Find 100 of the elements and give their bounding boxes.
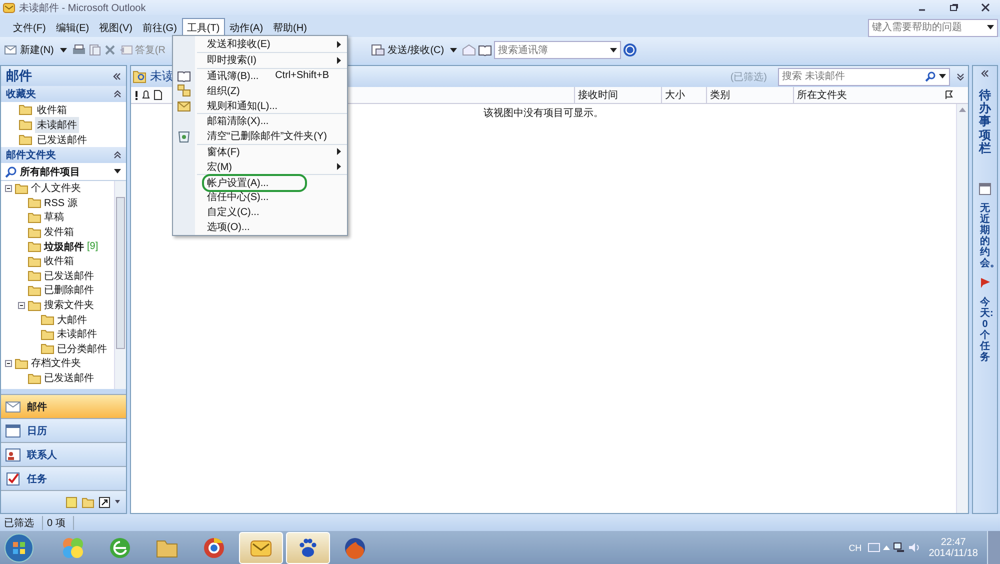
navigation-button[interactable]: 邮件	[1, 394, 126, 418]
collapse-icon[interactable]	[114, 151, 121, 159]
status-text: 0 项	[43, 516, 74, 530]
menu-item[interactable]: 即时搜索(I)	[202, 51, 262, 70]
column-header[interactable]: 类别	[706, 87, 790, 103]
document-icon[interactable]	[154, 90, 162, 100]
folder-icon	[19, 134, 32, 145]
send-receive-button[interactable]: 发送/接收(C)	[370, 42, 446, 58]
folder-item[interactable]: 收件箱	[44, 254, 74, 268]
navigation-button[interactable]: 任务	[1, 466, 126, 490]
todo-bar-title: 待办事项栏	[979, 89, 991, 155]
section-header[interactable]: 收藏夹	[1, 86, 126, 102]
folder-icon	[28, 226, 41, 238]
menu-item[interactable]: 帮助(H)	[268, 18, 312, 38]
folder-item[interactable]: 存档文件夹	[31, 356, 81, 370]
section-header[interactable]: 邮件文件夹	[1, 147, 126, 163]
folder-item[interactable]: 草稿	[44, 210, 64, 224]
pane-title: 邮件	[6, 67, 33, 85]
dropdown-arrow-icon[interactable]	[450, 48, 458, 52]
favorite-folder[interactable]: 未读邮件	[35, 116, 79, 132]
configure-buttons-icon[interactable]	[115, 500, 120, 504]
folder-icon	[41, 328, 54, 340]
expand-icon[interactable]	[957, 72, 964, 80]
folder-item[interactable]: 已发送邮件	[44, 371, 94, 386]
folder-item[interactable]: 大邮件	[57, 312, 87, 327]
menu-item[interactable]: 文件(F)	[8, 18, 51, 38]
dropdown-arrow-icon[interactable]	[60, 48, 67, 52]
folder-icon	[19, 104, 32, 115]
folder-item[interactable]: 已删除邮件	[44, 283, 94, 298]
address-search-input[interactable]: 搜索通讯簿	[495, 44, 608, 56]
folder-item[interactable]: RSS 源	[44, 196, 78, 210]
menu-item[interactable]: 视图(V)	[94, 18, 138, 38]
browser-icon	[108, 536, 132, 560]
browser-icon	[202, 536, 226, 560]
delete-icon[interactable]	[104, 44, 116, 56]
folder-icon	[28, 300, 41, 311]
shortcut-icon[interactable]	[99, 496, 110, 508]
folder-icon	[28, 372, 41, 384]
start-button[interactable]	[4, 532, 34, 562]
search-field[interactable]: 搜索 未读邮件	[778, 68, 950, 86]
navigation-button[interactable]: 联系人	[1, 442, 126, 466]
folder-item[interactable]: 已分类邮件	[57, 342, 107, 356]
folder-icon	[28, 212, 41, 223]
menu-item[interactable]: 工具(T)	[182, 18, 225, 38]
folder-item[interactable]: 已发送邮件	[44, 268, 94, 283]
folder-item[interactable]: 未读邮件	[57, 327, 97, 342]
tasks-note: 今天: 0 个任务	[980, 296, 990, 363]
importance-icon[interactable]	[135, 90, 138, 100]
calendar-icon	[5, 424, 21, 438]
empty-message: 该视图中没有项目可显示。	[484, 108, 604, 119]
address-book-icon[interactable]	[478, 44, 492, 56]
menu-item[interactable]: 发送和接收(E)	[202, 35, 276, 54]
collapse-toggle[interactable]	[5, 360, 12, 367]
column-header[interactable]: 大小	[661, 87, 703, 103]
folder-icon	[41, 343, 54, 354]
view-dropdown[interactable]: 所有邮件项目	[1, 163, 126, 181]
collapse-toggle[interactable]	[18, 302, 25, 309]
taskbar-app-button[interactable]	[286, 532, 330, 564]
network-icon[interactable]	[892, 542, 905, 553]
new-button[interactable]: 新建(N)	[3, 42, 55, 58]
folder-item[interactable]: 个人文件夹	[31, 181, 81, 196]
flag-icon[interactable]	[944, 90, 954, 100]
help-search-field[interactable]: 键入需要帮助的问题	[868, 18, 998, 36]
dropdown-arrow-icon	[114, 169, 121, 174]
column-header[interactable]: 接收时间	[574, 87, 658, 103]
book-icon	[177, 70, 191, 82]
taskbar-app-button[interactable]	[239, 532, 283, 564]
dropdown-arrow-icon[interactable]	[939, 74, 946, 79]
collapse-toggle[interactable]	[5, 184, 12, 192]
favorite-folder[interactable]: 收件箱	[35, 102, 69, 118]
search-input[interactable]: 搜索 未读邮件	[779, 71, 925, 82]
checkmark-icon	[5, 472, 21, 486]
contact-card-icon	[5, 448, 21, 462]
search-icon[interactable]	[925, 71, 936, 82]
column-header[interactable]: 所在文件夹	[793, 87, 937, 103]
menu-item[interactable]: 前往(G)	[137, 18, 182, 38]
reply-icon	[118, 44, 133, 56]
dropdown-arrow-icon[interactable]	[610, 48, 618, 52]
window-title: 未读邮件 - Microsoft Outlook	[19, 2, 146, 14]
folder-icon	[15, 358, 28, 369]
folder-item[interactable]: 发件箱	[44, 225, 74, 240]
menu-item[interactable]: 编辑(E)	[50, 18, 94, 38]
expand-icon[interactable]	[981, 70, 989, 77]
folder-icon	[19, 119, 32, 130]
menu-item[interactable]: 动作(A)	[224, 18, 268, 38]
folder-icon	[15, 182, 28, 194]
folder-item[interactable]: 垃圾邮件	[44, 240, 84, 254]
scrollbar[interactable]	[114, 181, 126, 389]
menu-item[interactable]: 帐户设置(A)...	[202, 174, 307, 192]
navigation-button[interactable]: 日历	[1, 418, 126, 442]
scrollbar[interactable]	[956, 104, 968, 513]
folder-item[interactable]: 搜索文件夹	[44, 298, 94, 312]
bell-icon[interactable]	[141, 90, 151, 100]
help-icon[interactable]	[623, 43, 638, 57]
printer-icon[interactable]	[72, 43, 86, 57]
address-search-field[interactable]: 搜索通讯簿	[494, 41, 622, 59]
collapse-icon[interactable]	[113, 72, 121, 80]
collapse-icon[interactable]	[114, 90, 121, 98]
dropdown-arrow-icon[interactable]	[987, 25, 994, 30]
favorite-folder[interactable]: 已发送邮件	[35, 132, 89, 148]
